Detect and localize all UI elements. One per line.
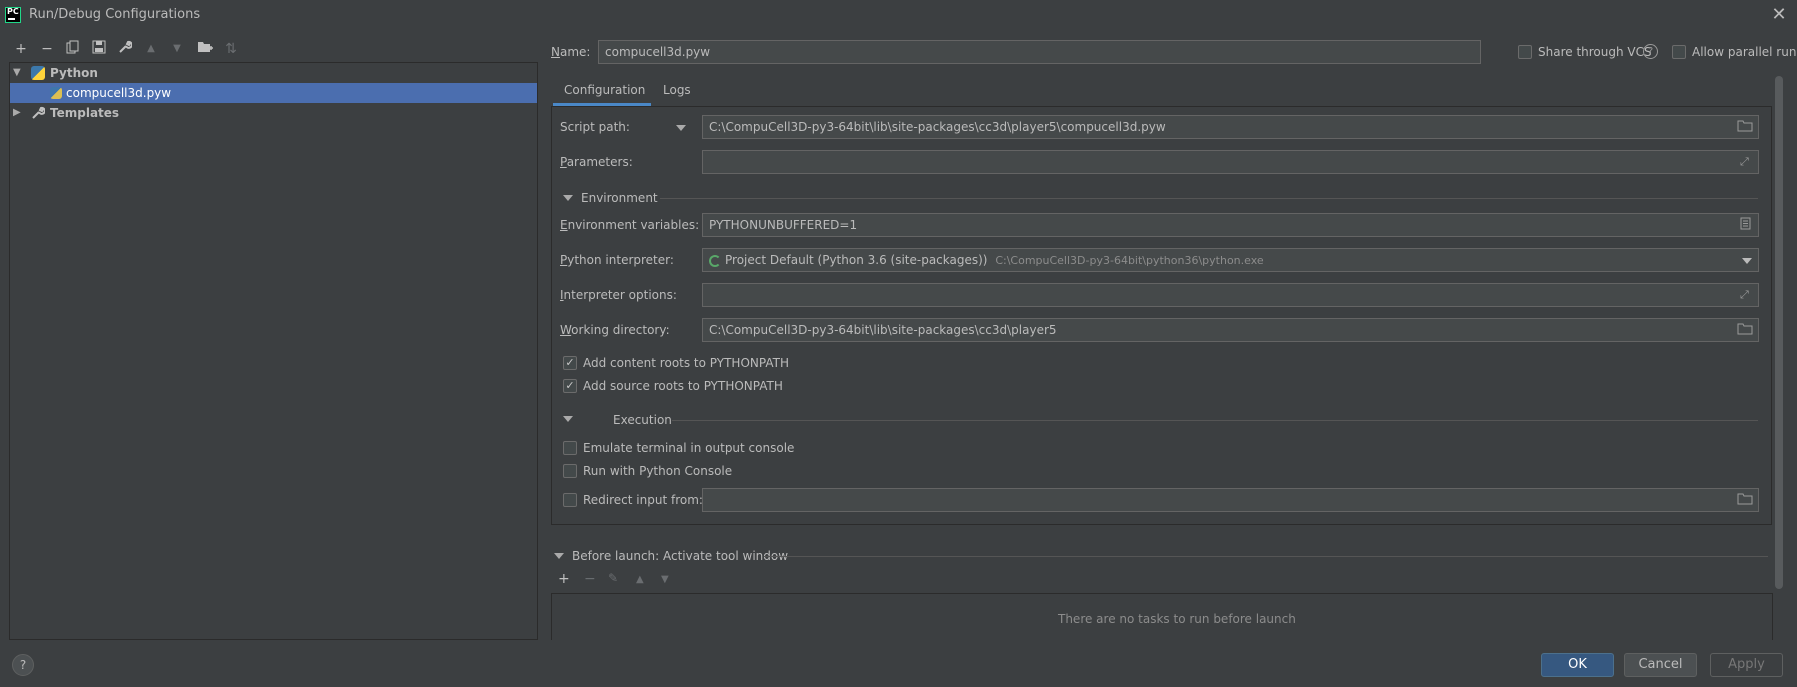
tree-item-label: compucell3d.pyw — [66, 86, 172, 100]
tab-configuration[interactable]: Configuration — [564, 81, 645, 103]
script-type-dropdown-icon[interactable] — [676, 125, 686, 131]
ok-button[interactable]: OK — [1541, 653, 1614, 677]
section-divider — [672, 420, 1758, 421]
tree-item-compucell3d[interactable]: compucell3d.pyw — [10, 83, 537, 103]
collapse-before-launch-icon[interactable] — [554, 553, 564, 559]
execution-section-title: Execution — [613, 413, 672, 427]
python-icon — [31, 66, 45, 80]
move-down-icon[interactable]: ▼ — [168, 40, 186, 58]
pycharm-logo-icon: PC — [5, 7, 21, 23]
title-bar — [0, 0, 1797, 30]
name-input[interactable]: compucell3d.pyw — [598, 40, 1481, 64]
new-folder-icon[interactable] — [196, 40, 214, 58]
expand-field-icon[interactable]: ⤢ — [1740, 288, 1749, 302]
tree-item-label: Python — [50, 66, 98, 80]
add-source-roots-checkbox[interactable]: ✓ — [563, 379, 577, 393]
remove-task-icon[interactable]: − — [584, 571, 596, 587]
environment-section-title: Environment — [581, 191, 658, 205]
parameters-input[interactable] — [702, 150, 1759, 174]
add-content-roots-checkbox[interactable]: ✓ — [563, 356, 577, 370]
move-up-icon[interactable]: ▲ — [142, 40, 160, 58]
parameters-label: Parameters: — [560, 155, 633, 169]
apply-button[interactable]: Apply — [1710, 653, 1783, 677]
emulate-terminal-checkbox[interactable] — [563, 441, 577, 455]
move-task-up-icon[interactable]: ▲ — [636, 574, 644, 585]
interpreter-dropdown-icon[interactable] — [1742, 258, 1752, 264]
interpreter-value: Project Default (Python 3.6 (site-packag… — [725, 253, 988, 267]
move-task-down-icon[interactable]: ▼ — [661, 574, 669, 585]
collapse-execution-icon[interactable] — [563, 416, 573, 422]
emulate-terminal-label: Emulate terminal in output console — [583, 441, 795, 455]
before-launch-title: Before launch: Activate tool window — [572, 549, 789, 563]
configuration-tree: ▼ Python compucell3d.pyw ▶ Templates — [9, 62, 538, 640]
script-path-label: Script path: — [560, 120, 630, 134]
browse-folder-icon[interactable] — [1737, 119, 1753, 135]
tree-item-label: Templates — [50, 106, 120, 120]
name-label: Name: — [551, 45, 591, 59]
interpreter-icon — [709, 254, 721, 267]
share-vcs-label: Share through VCS — [1538, 45, 1652, 59]
env-vars-input[interactable]: PYTHONUNBUFFERED=1 — [702, 213, 1759, 237]
env-vars-label: Environment variables: — [560, 218, 700, 232]
empty-tasks-message: There are no tasks to run before launch — [1058, 612, 1296, 626]
section-divider — [764, 556, 1768, 557]
vertical-scrollbar[interactable] — [1775, 76, 1783, 589]
cancel-button[interactable]: Cancel — [1624, 653, 1697, 677]
section-divider — [660, 198, 1758, 199]
tree-item-python[interactable]: ▼ Python — [10, 63, 537, 83]
redirect-input-checkbox[interactable] — [563, 493, 577, 507]
add-icon[interactable]: + — [12, 40, 30, 58]
allow-parallel-label: Allow parallel run — [1692, 45, 1797, 59]
working-dir-label: Working directory: — [560, 323, 670, 337]
browse-folder-icon[interactable] — [1737, 492, 1753, 508]
browse-folder-icon[interactable] — [1737, 322, 1753, 338]
allow-parallel-checkbox[interactable] — [1672, 45, 1686, 59]
interpreter-options-label: Interpreter options: — [560, 288, 677, 302]
working-dir-input[interactable]: C:\CompuCell3D-py3-64bit\lib\site-packag… — [702, 318, 1759, 342]
wrench-icon[interactable] — [116, 40, 134, 58]
help-button[interactable]: ? — [12, 654, 34, 676]
expand-field-icon[interactable]: ⤢ — [1740, 155, 1749, 169]
interpreter-path: C:\CompuCell3D-py3-64bit\python36\python… — [995, 254, 1264, 267]
tab-logs[interactable]: Logs — [663, 81, 691, 103]
redirect-input-label: Redirect input from: — [583, 493, 703, 507]
tree-item-templates[interactable]: ▶ Templates — [10, 103, 537, 123]
script-path-input[interactable]: C:\CompuCell3D-py3-64bit\lib\site-packag… — [702, 115, 1759, 139]
wrench-icon — [31, 103, 46, 126]
share-vcs-checkbox[interactable] — [1518, 45, 1532, 59]
run-with-console-label: Run with Python Console — [583, 464, 733, 478]
close-window-icon[interactable]: ✕ — [1767, 3, 1791, 27]
add-task-icon[interactable]: + — [558, 571, 570, 587]
sort-icon[interactable]: ⇅ — [222, 40, 240, 58]
edit-list-icon[interactable] — [1740, 217, 1751, 233]
expand-right-icon[interactable]: ▶ — [13, 103, 23, 123]
python-file-icon — [50, 87, 62, 99]
remove-icon[interactable]: − — [38, 40, 56, 58]
save-icon[interactable] — [90, 40, 108, 58]
interpreter-label: Python interpreter: — [560, 253, 674, 267]
redirect-input-field[interactable] — [702, 488, 1759, 512]
collapse-environment-icon[interactable] — [563, 195, 573, 201]
add-source-roots-label: Add source roots to PYTHONPATH — [583, 379, 783, 393]
interpreter-select[interactable]: Project Default (Python 3.6 (site-packag… — [702, 248, 1759, 272]
window-title: Run/Debug Configurations — [29, 7, 201, 22]
copy-icon[interactable] — [64, 40, 82, 58]
expand-down-icon[interactable]: ▼ — [13, 63, 23, 83]
edit-task-icon[interactable]: ✎ — [608, 571, 618, 585]
add-content-roots-label: Add content roots to PYTHONPATH — [583, 356, 789, 370]
help-icon[interactable]: ? — [1643, 44, 1658, 59]
run-with-console-checkbox[interactable] — [563, 464, 577, 478]
interpreter-options-input[interactable] — [702, 283, 1759, 307]
